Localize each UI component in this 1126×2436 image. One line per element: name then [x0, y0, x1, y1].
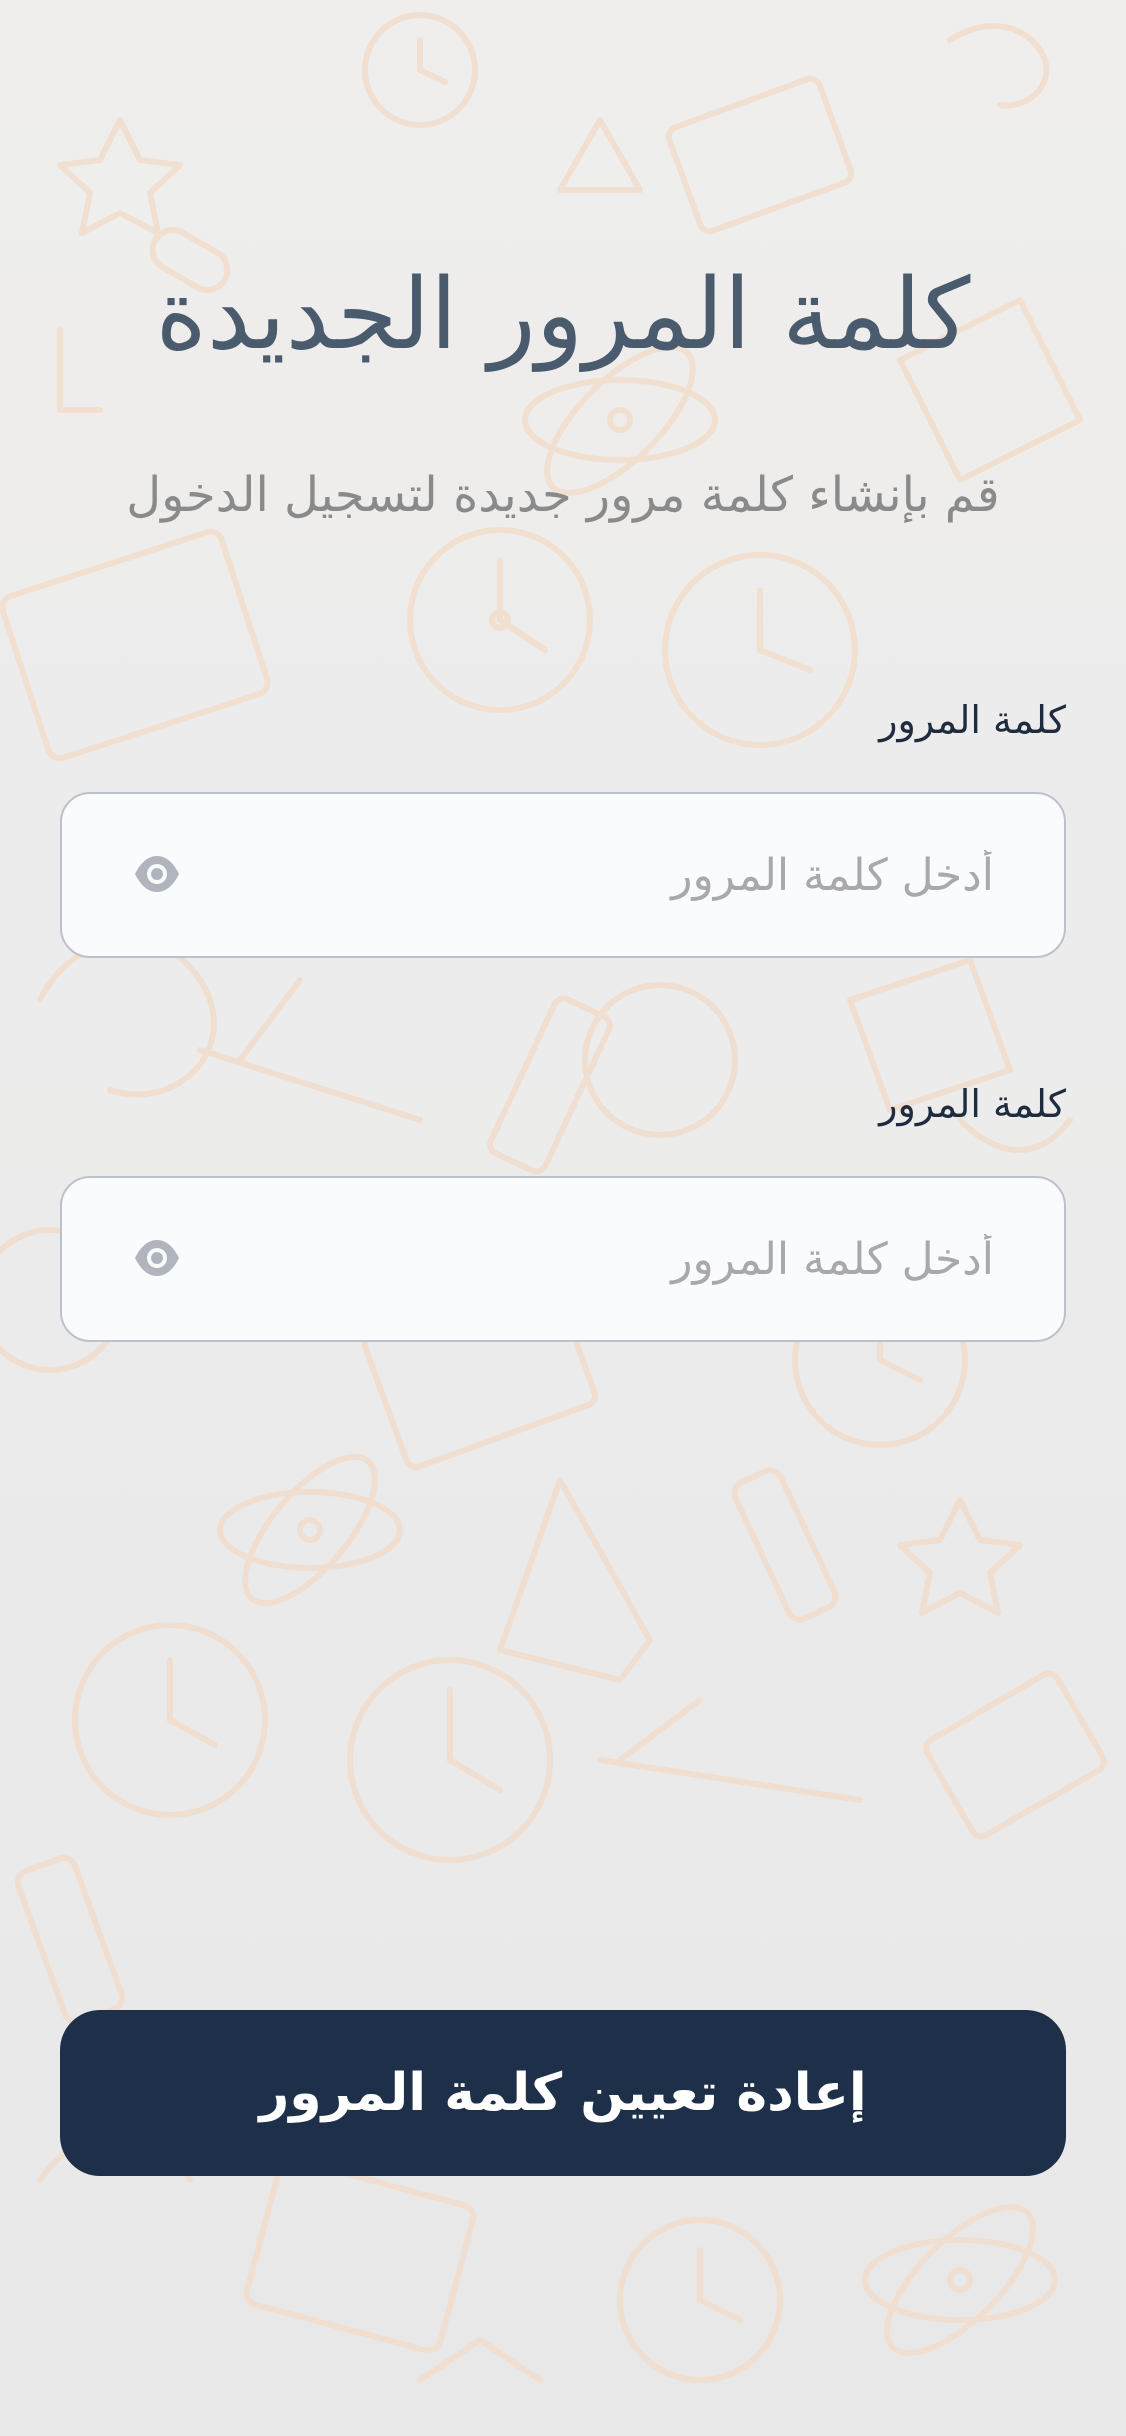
password-field-label: كلمة المرور: [879, 698, 1066, 742]
reset-password-button[interactable]: إعادة تعيين كلمة المرور: [60, 2010, 1066, 2176]
confirm-password-field-label: كلمة المرور: [879, 1082, 1066, 1126]
eye-icon[interactable]: [134, 854, 180, 894]
confirm-password-input[interactable]: [294, 1178, 994, 1340]
password-field: [60, 792, 1066, 958]
page-subtitle: قم بإنشاء كلمة مرور جديدة لتسجيل الدخول: [126, 467, 1000, 523]
confirm-password-field: [60, 1176, 1066, 1342]
password-input[interactable]: [294, 794, 994, 956]
eye-icon[interactable]: [134, 1238, 180, 1278]
page-title: كلمة المرور الجديدة: [155, 258, 971, 372]
